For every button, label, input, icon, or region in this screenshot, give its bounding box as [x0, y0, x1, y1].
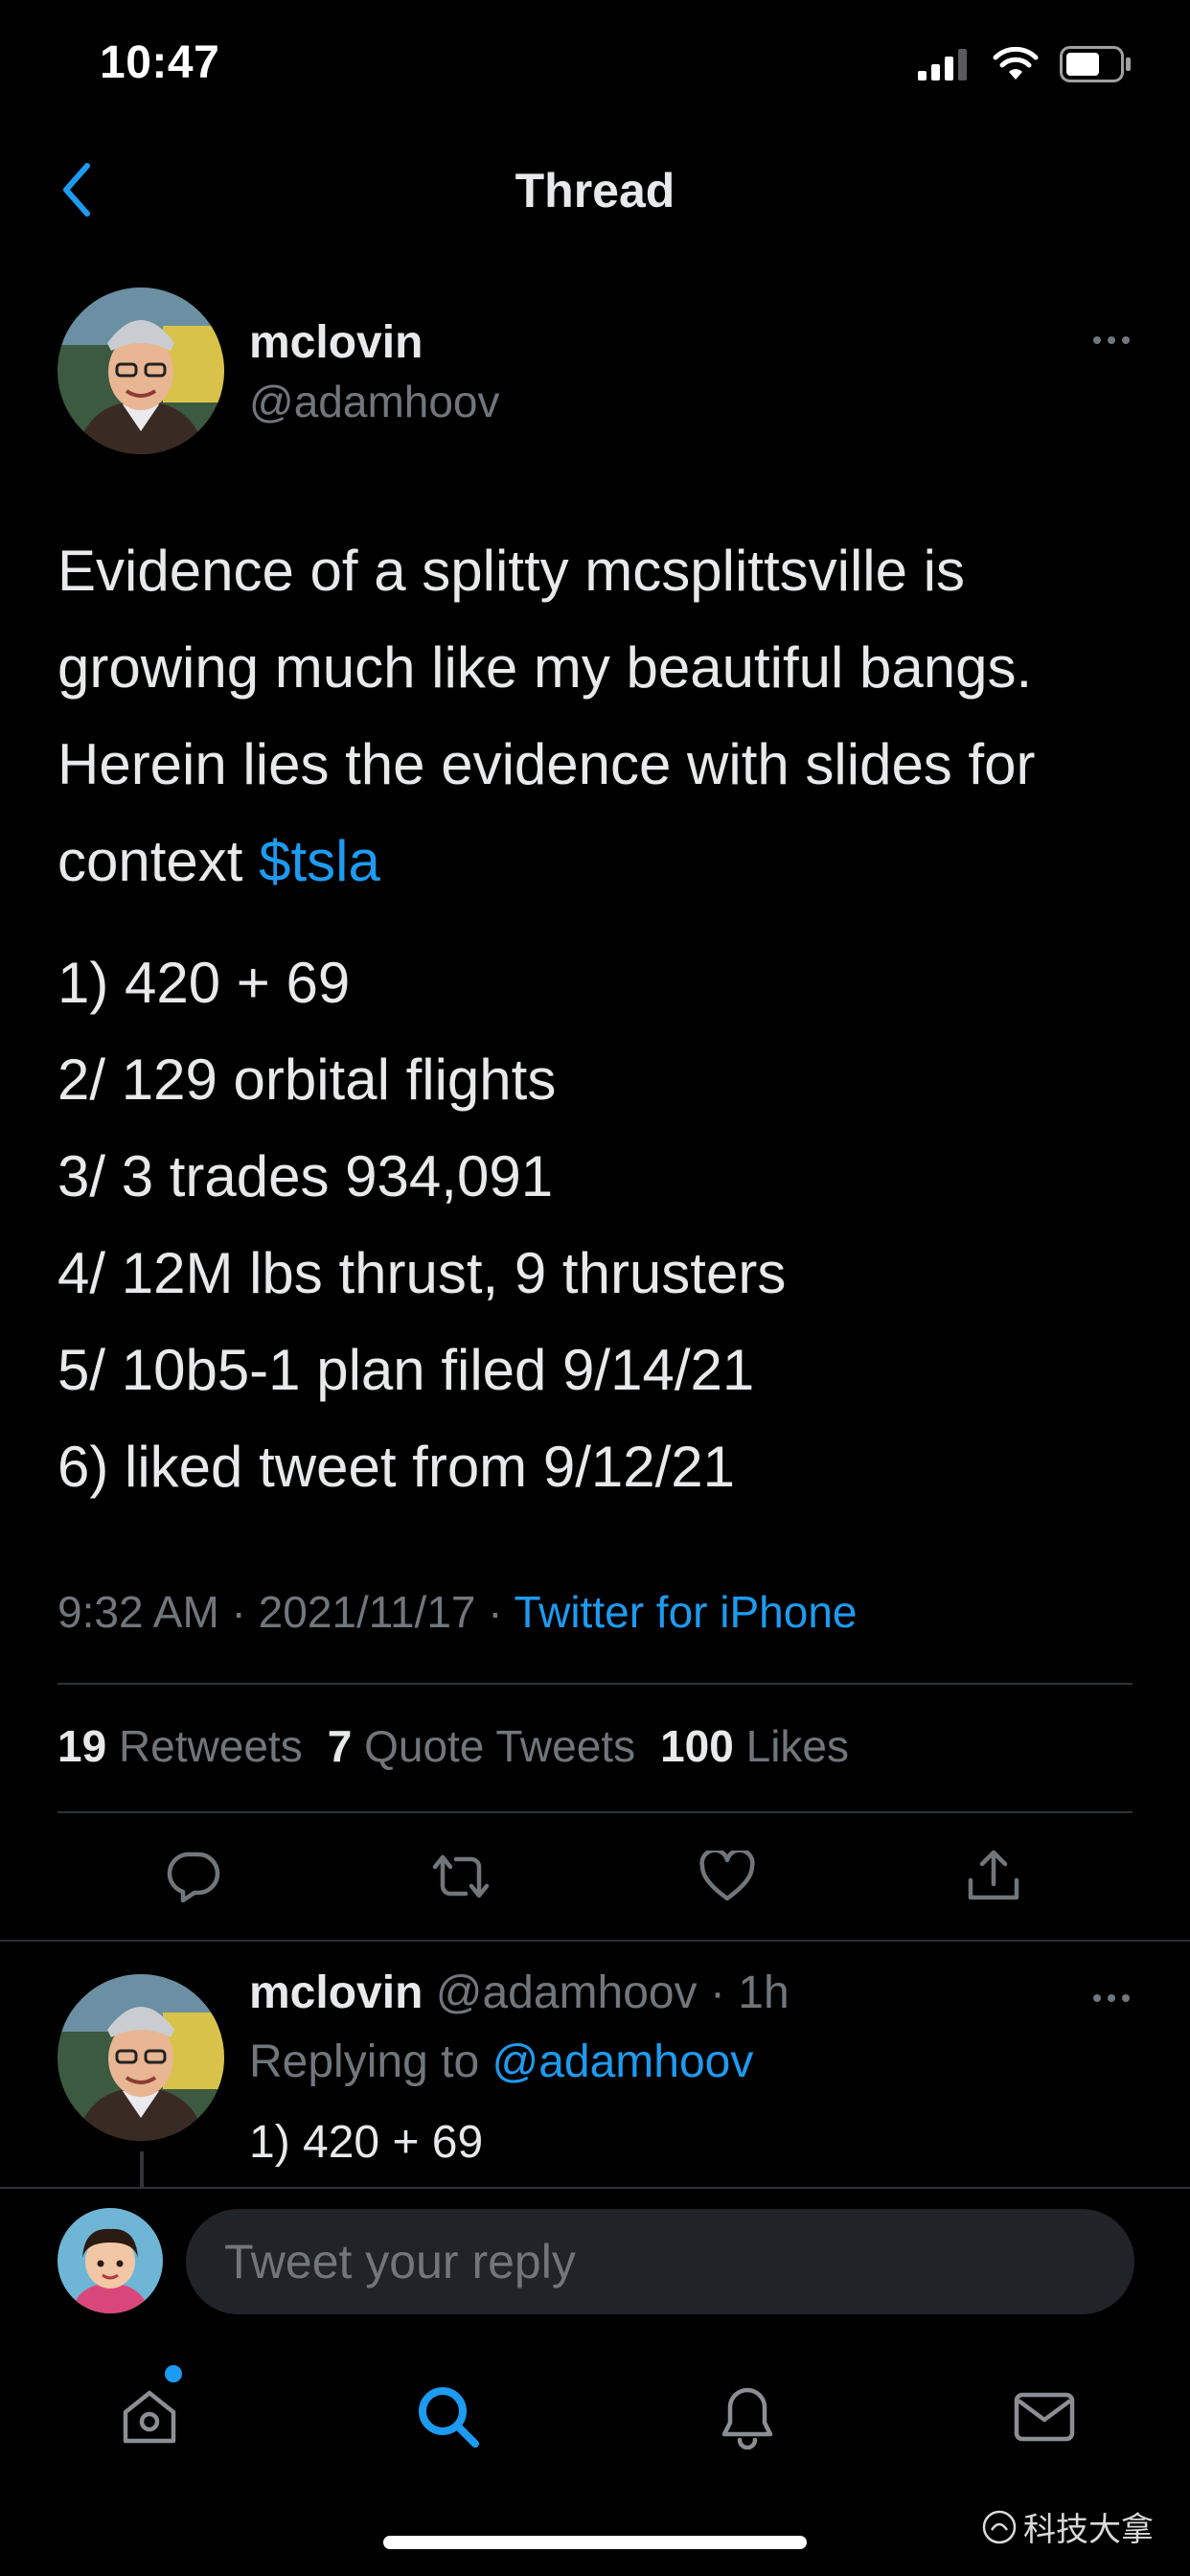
status-icons [918, 46, 1133, 82]
tab-messages[interactable] [1006, 2379, 1083, 2455]
retweets-label: Retweets [118, 1721, 303, 1771]
meta-separator: · [475, 1587, 515, 1637]
author-name[interactable]: mclovin [249, 316, 423, 369]
thread-screen: 10:47 Thread mclovin @adamhoov Evidence … [0, 0, 1190, 2576]
home-indicator[interactable] [383, 2536, 807, 2549]
heart-icon [699, 1851, 755, 1901]
tweet-time: 9:32 AM [57, 1587, 219, 1637]
watermark: 科技大拿 [981, 2503, 1154, 2550]
thread-connector-line [140, 2151, 144, 2190]
quotes-label: Quote Tweets [364, 1721, 636, 1771]
retweet-button[interactable] [429, 1845, 492, 1908]
list-item: 5/ 10b5-1 plan filed 9/14/21 [57, 1338, 755, 1402]
replying-to-mention[interactable]: @adamhoov [492, 2036, 753, 2087]
tweet-body-text: Evidence of a splitty mcsplittsville is … [57, 539, 1036, 893]
page-title: Thread [515, 164, 675, 218]
tab-notifications[interactable] [709, 2379, 786, 2455]
list-item: 6) liked tweet from 9/12/21 [57, 1435, 736, 1499]
mail-icon [1014, 2392, 1075, 2442]
list-item: 3/ 3 trades 934,091 [57, 1144, 554, 1208]
retweets-stat[interactable]: 19 Retweets [57, 1721, 303, 1771]
tweet-date: 2021/11/17 [258, 1587, 476, 1637]
replying-prefix: Replying to [249, 2036, 492, 2087]
reply-author-name[interactable]: mclovin [249, 1967, 423, 2018]
meta-separator: · [218, 1587, 259, 1637]
more-dot-icon [1093, 336, 1101, 344]
reply-age: 1h [738, 1967, 790, 2018]
more-dot-icon [1108, 336, 1115, 344]
status-bar: 10:47 [0, 0, 1190, 134]
reply-author-handle[interactable]: @adamhoov [436, 1967, 698, 2018]
share-button[interactable] [962, 1845, 1025, 1908]
status-time: 10:47 [100, 37, 220, 88]
reply-more-options-button[interactable] [1083, 1984, 1140, 2012]
retweet-icon [432, 1854, 490, 1898]
author-avatar[interactable] [57, 288, 224, 454]
battery-icon [1060, 46, 1131, 82]
reply-icon [167, 1852, 220, 1903]
avatar-image [57, 1974, 224, 2141]
replying-to: Replying to @adamhoov [249, 2036, 753, 2088]
tab-search[interactable] [410, 2379, 487, 2455]
more-dot-icon [1108, 1994, 1115, 2002]
engagement-stats: 19 Retweets 7 Quote Tweets 100 Likes [57, 1720, 849, 1772]
watermark-logo-icon [982, 2510, 1017, 2543]
cellular-signal-icon [918, 49, 967, 80]
reply-button[interactable] [161, 1845, 224, 1908]
divider [0, 1940, 1190, 1942]
more-options-button[interactable] [1083, 326, 1140, 355]
divider [57, 1811, 1133, 1813]
share-icon [968, 1850, 1019, 1900]
avatar-image [57, 288, 224, 454]
wifi-icon [993, 47, 1039, 80]
quote-tweets-stat[interactable]: 7 Quote Tweets [328, 1721, 635, 1771]
likes-stat[interactable]: 100 Likes [660, 1721, 849, 1771]
more-dot-icon [1093, 1994, 1101, 2002]
list-item: 2/ 129 orbital flights [57, 1047, 557, 1112]
avatar-image [57, 2208, 163, 2313]
cashtag-link[interactable]: $tsla [259, 829, 380, 893]
search-icon [419, 2387, 479, 2448]
divider [57, 1683, 1133, 1685]
watermark-text: 科技大拿 [1023, 2512, 1154, 2548]
bell-icon [721, 2387, 773, 2450]
more-dot-icon [1122, 336, 1130, 344]
tweet-actions [0, 1845, 1190, 1912]
home-icon [123, 2390, 176, 2444]
tweet-list: 1) 420 + 69 2/ 129 orbital flights 3/ 3 … [57, 934, 1150, 1515]
current-user-avatar[interactable] [57, 2208, 163, 2313]
reply-text: 1) 420 + 69 [249, 2117, 484, 2168]
retweets-count: 19 [57, 1721, 107, 1771]
tweet-text: Evidence of a splitty mcsplittsville is … [57, 522, 1150, 909]
reply-separator: · [697, 1967, 739, 2018]
like-button[interactable] [696, 1845, 759, 1908]
home-notification-dot [165, 2365, 182, 2382]
list-item: 1) 420 + 69 [57, 951, 351, 1015]
quotes-count: 7 [327, 1721, 353, 1771]
more-dot-icon [1122, 1994, 1130, 2002]
tweet-timestamp: 9:32 AM · 2021/11/17 · Twitter for iPhon… [57, 1586, 857, 1638]
likes-label: Likes [745, 1721, 849, 1771]
reply-header: mclovin @adamhoov · 1h [249, 1966, 790, 2019]
tweet-source-link[interactable]: Twitter for iPhone [515, 1587, 858, 1637]
list-item: 4/ 12M lbs thrust, 9 thrusters [57, 1241, 787, 1305]
reply-author-avatar[interactable] [57, 1974, 224, 2141]
nav-bar: Thread [0, 144, 1190, 240]
reply-input[interactable] [186, 2209, 1134, 2314]
author-handle[interactable]: @adamhoov [249, 376, 500, 427]
tab-home[interactable] [111, 2379, 188, 2455]
likes-count: 100 [660, 1721, 734, 1771]
